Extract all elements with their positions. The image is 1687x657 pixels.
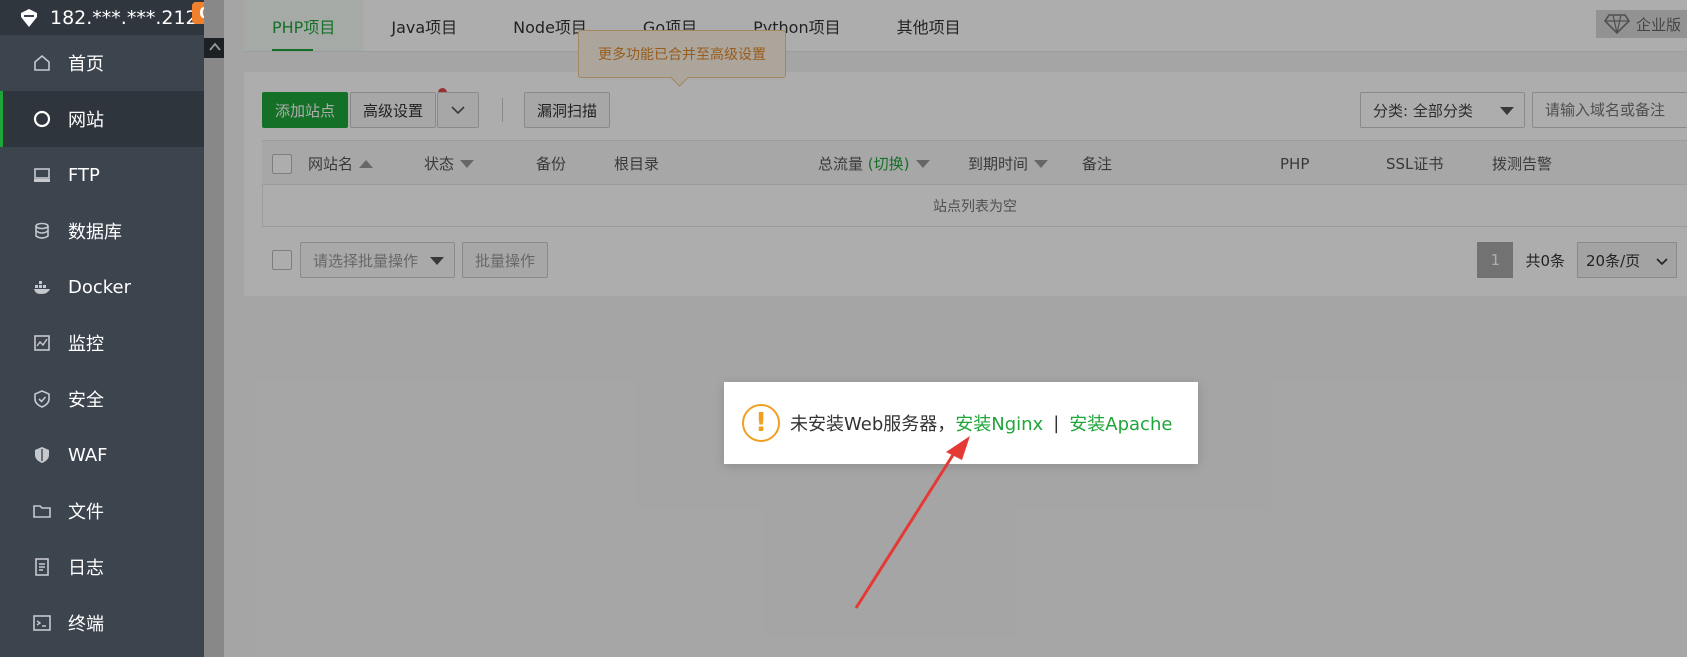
docker-icon: [32, 277, 52, 297]
sidebar-item-terminal[interactable]: 终端: [0, 595, 204, 651]
sidebar-item-label: 日志: [68, 558, 104, 579]
sidebar-item-waf[interactable]: WAF: [0, 427, 204, 483]
ftp-icon: [32, 165, 52, 185]
monitor-icon: [32, 333, 52, 353]
warning-icon: !: [742, 404, 780, 442]
install-nginx-link[interactable]: 安装Nginx: [955, 410, 1043, 436]
globe-icon: [32, 109, 52, 129]
sidebar-item-ftp[interactable]: FTP: [0, 147, 204, 203]
web-server-alert-dialog: ! 未安装Web服务器， 安装Nginx | 安装Apache: [724, 382, 1198, 464]
sidebar-item-label: Docker: [68, 276, 132, 298]
sidebar-item-database[interactable]: 数据库: [0, 203, 204, 259]
sidebar: 182.***.***.212 0 首页 网站 FTP 数据库 Docker 监…: [0, 0, 217, 657]
sidebar-item-logs[interactable]: 日志: [0, 539, 204, 595]
sidebar-item-label: 数据库: [68, 222, 122, 243]
waf-icon: [32, 445, 52, 465]
sidebar-item-label: 首页: [68, 54, 104, 75]
dialog-message: 未安装Web服务器，: [790, 414, 956, 435]
sidebar-item-website[interactable]: 网站: [0, 91, 204, 147]
sidebar-item-security[interactable]: 安全: [0, 371, 204, 427]
sidebar-item-docker[interactable]: Docker: [0, 259, 204, 315]
database-icon: [32, 221, 52, 241]
sidebar-item-label: 安全: [68, 390, 104, 411]
modal-overlay: [204, 0, 1687, 657]
server-ip: 182.***.***.212: [50, 6, 198, 29]
sidebar-item-label: 网站: [68, 110, 104, 131]
home-icon: [32, 53, 52, 73]
server-logo-icon: [18, 7, 40, 29]
sidebar-item-label: FTP: [68, 164, 100, 186]
shield-icon: [32, 389, 52, 409]
folder-icon: [32, 501, 52, 521]
sidebar-item-label: 文件: [68, 502, 104, 523]
sidebar-item-monitor[interactable]: 监控: [0, 315, 204, 371]
sidebar-item-home[interactable]: 首页: [0, 35, 204, 91]
sidebar-item-label: 监控: [68, 334, 104, 355]
terminal-icon: [32, 613, 52, 633]
sidebar-item-label: WAF: [68, 444, 108, 466]
server-header: 182.***.***.212 0: [0, 0, 217, 35]
install-apache-link[interactable]: 安装Apache: [1069, 410, 1172, 436]
sidebar-item-label: 终端: [68, 614, 104, 635]
sidebar-item-files[interactable]: 文件: [0, 483, 204, 539]
log-icon: [32, 557, 52, 577]
dialog-separator: |: [1053, 412, 1060, 434]
sidebar-nav: 首页 网站 FTP 数据库 Docker 监控 安全 WAF 文件 日志 终端: [0, 35, 204, 651]
